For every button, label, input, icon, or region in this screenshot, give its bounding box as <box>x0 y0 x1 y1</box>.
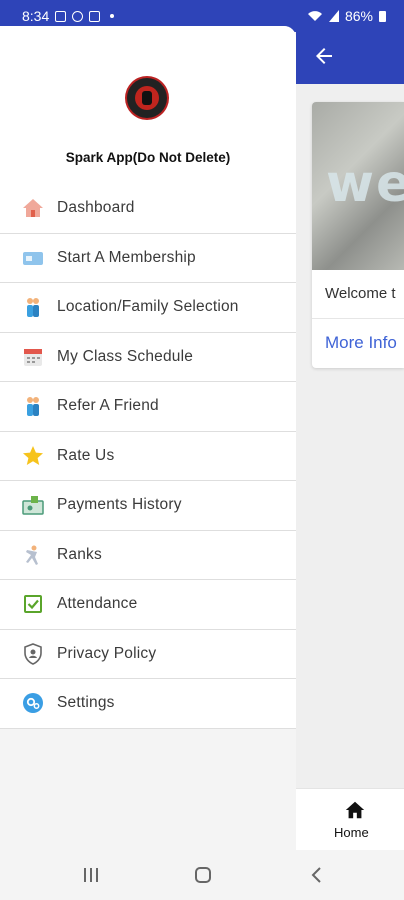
card-divider <box>312 318 404 319</box>
menu-label: Refer A Friend <box>57 397 159 415</box>
drawer-menu: Dashboard Start A Membership Location/Fa… <box>0 184 296 729</box>
menu-item-payments-history[interactable]: Payments History <box>0 481 296 531</box>
menu-label: Dashboard <box>57 199 135 217</box>
menu-item-rate-us[interactable]: Rate Us <box>0 431 296 481</box>
battery-percent: 86% <box>344 8 373 24</box>
image-notification-icon <box>55 10 67 22</box>
menu-item-dashboard[interactable]: Dashboard <box>0 184 296 234</box>
family-icon <box>22 296 44 318</box>
back-arrow-icon[interactable] <box>312 44 336 68</box>
card-welcome-text: Welcome t <box>325 285 396 302</box>
navigation-drawer: Spark App(Do Not Delete) Dashboard Start… <box>0 26 296 850</box>
signal-icon <box>328 10 339 22</box>
skype-notification-icon <box>72 10 84 22</box>
menu-item-settings[interactable]: Settings <box>0 679 296 729</box>
menu-item-attendance[interactable]: Attendance <box>0 580 296 630</box>
wifi-icon <box>307 11 322 21</box>
menu-label: Payments History <box>57 496 182 514</box>
more-info-link[interactable]: More Info <box>325 333 397 353</box>
gear-icon <box>22 692 44 714</box>
menu-label: Location/Family Selection <box>57 298 239 316</box>
card-image-text: we <box>326 154 404 214</box>
menu-label: Ranks <box>57 545 102 563</box>
status-time: 8:34 <box>22 8 50 24</box>
menu-item-location-family[interactable]: Location/Family Selection <box>0 283 296 333</box>
more-notifications-icon <box>110 14 115 18</box>
shield-icon <box>22 642 44 665</box>
home-icon[interactable] <box>344 799 366 821</box>
house-icon <box>22 197 44 219</box>
checkbox-icon <box>22 593 44 615</box>
welcome-card[interactable]: we Welcome t More Info <box>312 102 404 368</box>
bottom-nav: Home <box>296 788 404 851</box>
karate-icon <box>22 544 44 566</box>
friends-icon <box>22 395 44 417</box>
menu-item-refer-friend[interactable]: Refer A Friend <box>0 382 296 432</box>
home-button-icon[interactable] <box>194 866 212 884</box>
menu-label: Privacy Policy <box>57 644 157 662</box>
mail-notification-icon <box>89 10 101 22</box>
back-button-icon[interactable] <box>308 866 326 884</box>
menu-label: Settings <box>57 694 115 712</box>
org-logo <box>127 78 167 118</box>
drawer-header: Spark App(Do Not Delete) <box>0 26 296 184</box>
battery-icon <box>379 10 386 22</box>
payment-icon <box>22 494 44 516</box>
menu-item-start-membership[interactable]: Start A Membership <box>0 233 296 283</box>
menu-item-class-schedule[interactable]: My Class Schedule <box>0 332 296 382</box>
recent-apps-icon[interactable] <box>82 866 100 884</box>
menu-label: My Class Schedule <box>57 347 194 365</box>
menu-label: Start A Membership <box>57 248 196 266</box>
menu-label: Rate Us <box>57 446 115 464</box>
menu-label: Attendance <box>57 595 138 613</box>
system-nav-bar <box>0 850 404 900</box>
card-icon <box>22 247 44 269</box>
card-image: we <box>312 102 404 270</box>
app-header <box>296 32 404 84</box>
home-label[interactable]: Home <box>334 825 369 840</box>
menu-item-privacy-policy[interactable]: Privacy Policy <box>0 629 296 679</box>
org-name: Spark App(Do Not Delete) <box>65 150 231 165</box>
calendar-icon <box>22 346 44 368</box>
star-icon <box>22 445 44 467</box>
menu-item-ranks[interactable]: Ranks <box>0 530 296 580</box>
